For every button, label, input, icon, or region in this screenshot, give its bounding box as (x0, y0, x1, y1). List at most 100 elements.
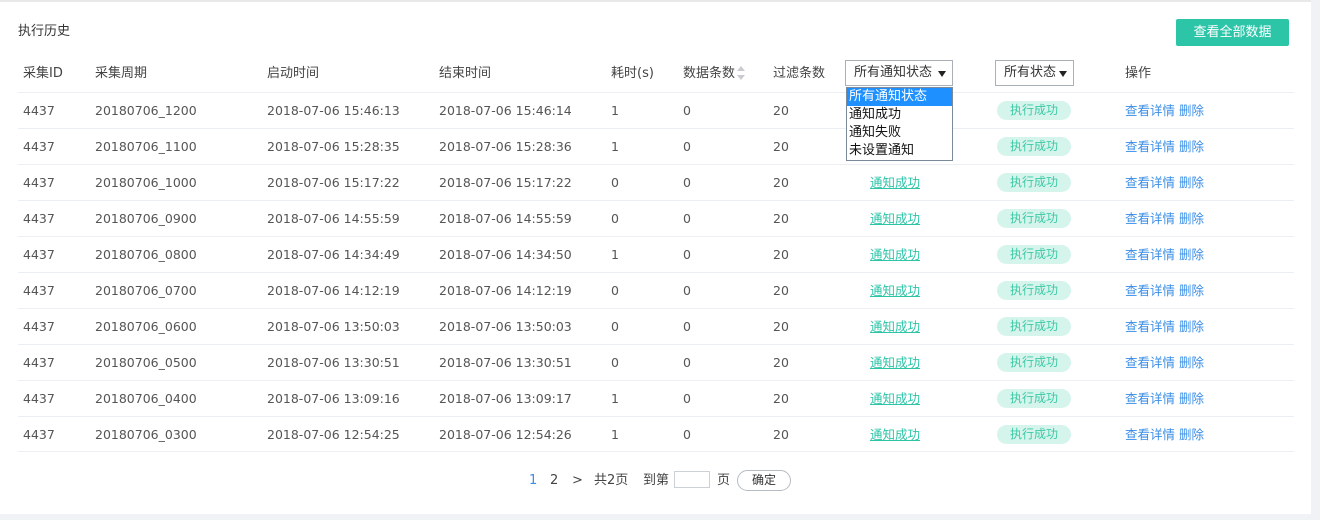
delete-link[interactable]: 删除 (1179, 319, 1204, 334)
delete-link[interactable]: 删除 (1179, 139, 1204, 154)
notify-status-link[interactable]: 通知成功 (870, 355, 920, 370)
cell-filter-count: 20 (773, 283, 789, 298)
notify-status-link[interactable]: 通知成功 (870, 211, 920, 226)
cell-operation: 查看详情 删除 (1125, 129, 1204, 164)
table-row: 4437 20180706_1100 2018-07-06 15:28:35 2018… (18, 128, 1294, 164)
cell-operation: 查看详情 删除 (1125, 417, 1204, 452)
notify-status-link[interactable]: 通知成功 (870, 247, 920, 262)
cell-data-count: 0 (683, 427, 691, 442)
col-header-id: 采集ID (23, 66, 63, 81)
delete-link[interactable]: 删除 (1179, 175, 1204, 190)
view-detail-link[interactable]: 查看详情 (1125, 247, 1175, 262)
cell-duration: 1 (611, 247, 619, 262)
cell-filter-count: 20 (773, 175, 789, 190)
view-detail-link[interactable]: 查看详情 (1125, 283, 1175, 298)
goto-page-input[interactable] (674, 471, 710, 488)
view-detail-link[interactable]: 查看详情 (1125, 103, 1175, 118)
notify-status-link[interactable]: 通知成功 (870, 175, 920, 190)
cell-data-count: 0 (683, 211, 691, 226)
cell-filter-count: 20 (773, 247, 789, 262)
page-link-2[interactable]: 2 (550, 470, 558, 492)
cell-duration: 0 (611, 355, 619, 370)
status-badge: 执行成功 (997, 425, 1071, 444)
cell-operation: 查看详情 删除 (1125, 93, 1204, 128)
delete-link[interactable]: 删除 (1179, 247, 1204, 262)
cell-data-count: 0 (683, 103, 691, 118)
table-row: 4437 20180706_0800 2018-07-06 14:34:49 2018… (18, 236, 1294, 272)
col-header-end: 结束时间 (439, 66, 492, 81)
notify-status-link[interactable]: 通知成功 (870, 391, 920, 406)
cell-data-count: 0 (683, 391, 691, 406)
delete-link[interactable]: 删除 (1179, 355, 1204, 370)
pagination: 1 2 > 共2页 到第 页 确定 (0, 470, 1300, 492)
notify-option-all[interactable]: 所有通知状态 (847, 88, 952, 106)
delete-link[interactable]: 删除 (1179, 211, 1204, 226)
view-detail-link[interactable]: 查看详情 (1125, 211, 1175, 226)
cell-filter-count: 20 (773, 103, 789, 118)
confirm-goto-button[interactable]: 确定 (737, 470, 791, 491)
notify-status-link[interactable]: 通知成功 (870, 283, 920, 298)
cell-id: 4437 (23, 355, 55, 370)
col-header-data-count-label: 数据条数 (683, 66, 736, 81)
view-all-data-button[interactable]: 查看全部数据 (1176, 19, 1289, 46)
notify-status-link[interactable]: 通知成功 (870, 427, 920, 442)
cell-start-time: 2018-07-06 13:30:51 (267, 355, 400, 370)
cell-period: 20180706_0600 (95, 319, 197, 334)
view-detail-link[interactable]: 查看详情 (1125, 391, 1175, 406)
view-detail-link[interactable]: 查看详情 (1125, 319, 1175, 334)
view-detail-link[interactable]: 查看详情 (1125, 175, 1175, 190)
cell-duration: 0 (611, 211, 619, 226)
cell-end-time: 2018-07-06 15:28:36 (439, 139, 572, 154)
cell-end-time: 2018-07-06 13:30:51 (439, 355, 572, 370)
cell-notify: 通知成功 (870, 309, 920, 344)
notify-status-select[interactable]: 所有通知状态 (845, 60, 953, 86)
cell-data-count: 0 (683, 139, 691, 154)
cell-end-time: 2018-07-06 15:46:14 (439, 103, 572, 118)
total-pages: 共2页 (594, 473, 629, 488)
cell-id: 4437 (23, 427, 55, 442)
delete-link[interactable]: 删除 (1179, 427, 1204, 442)
view-detail-link[interactable]: 查看详情 (1125, 427, 1175, 442)
delete-link[interactable]: 删除 (1179, 391, 1204, 406)
cell-start-time: 2018-07-06 12:54:25 (267, 427, 400, 442)
table-row: 4437 20180706_1200 2018-07-06 15:46:13 2018… (18, 92, 1294, 128)
col-header-data-count[interactable]: 数据条数 (683, 56, 746, 92)
table-row: 4437 20180706_0500 2018-07-06 13:30:51 2018… (18, 344, 1294, 380)
cell-filter-count: 20 (773, 355, 789, 370)
cell-notify: 通知成功 (870, 237, 920, 272)
cell-id: 4437 (23, 103, 55, 118)
cell-data-count: 0 (683, 175, 691, 190)
cell-notify: 通知成功 (870, 201, 920, 236)
cell-period: 20180706_0800 (95, 247, 197, 262)
delete-link[interactable]: 删除 (1179, 103, 1204, 118)
delete-link[interactable]: 删除 (1179, 283, 1204, 298)
col-header-operation: 操作 (1125, 66, 1152, 81)
view-detail-link[interactable]: 查看详情 (1125, 355, 1175, 370)
cell-data-count: 0 (683, 283, 691, 298)
table-row: 4437 20180706_0300 2018-07-06 12:54:25 2018… (18, 416, 1294, 452)
notify-option-unset[interactable]: 未设置通知 (847, 142, 952, 160)
col-header-duration: 耗时(s) (611, 66, 654, 81)
notify-status-link[interactable]: 通知成功 (870, 319, 920, 334)
table-header: 采集ID 采集周期 启动时间 结束时间 耗时(s) 数据条数 过滤条数 操作 (0, 56, 1300, 92)
chevron-down-icon (938, 71, 946, 77)
cell-start-time: 2018-07-06 14:55:59 (267, 211, 400, 226)
view-detail-link[interactable]: 查看详情 (1125, 139, 1175, 154)
page-link-1[interactable]: 1 (529, 470, 537, 492)
notify-option-failed[interactable]: 通知失败 (847, 124, 952, 142)
status-badge: 执行成功 (997, 389, 1071, 408)
status-select[interactable]: 所有状态 (995, 60, 1074, 86)
cell-notify: 通知成功 (870, 345, 920, 380)
sort-icon[interactable] (737, 65, 746, 80)
status-badge: 执行成功 (997, 173, 1071, 192)
page-title: 执行历史 (18, 24, 71, 39)
notify-option-success[interactable]: 通知成功 (847, 106, 952, 124)
cell-operation: 查看详情 删除 (1125, 201, 1204, 236)
cell-notify: 通知成功 (870, 165, 920, 200)
col-header-period: 采集周期 (95, 66, 148, 81)
cell-start-time: 2018-07-06 15:46:13 (267, 103, 400, 118)
chevron-down-icon (1059, 71, 1067, 77)
cell-notify: 通知成功 (870, 273, 920, 308)
goto-prefix: 到第 (643, 473, 670, 488)
next-page-icon[interactable]: > (572, 470, 583, 492)
